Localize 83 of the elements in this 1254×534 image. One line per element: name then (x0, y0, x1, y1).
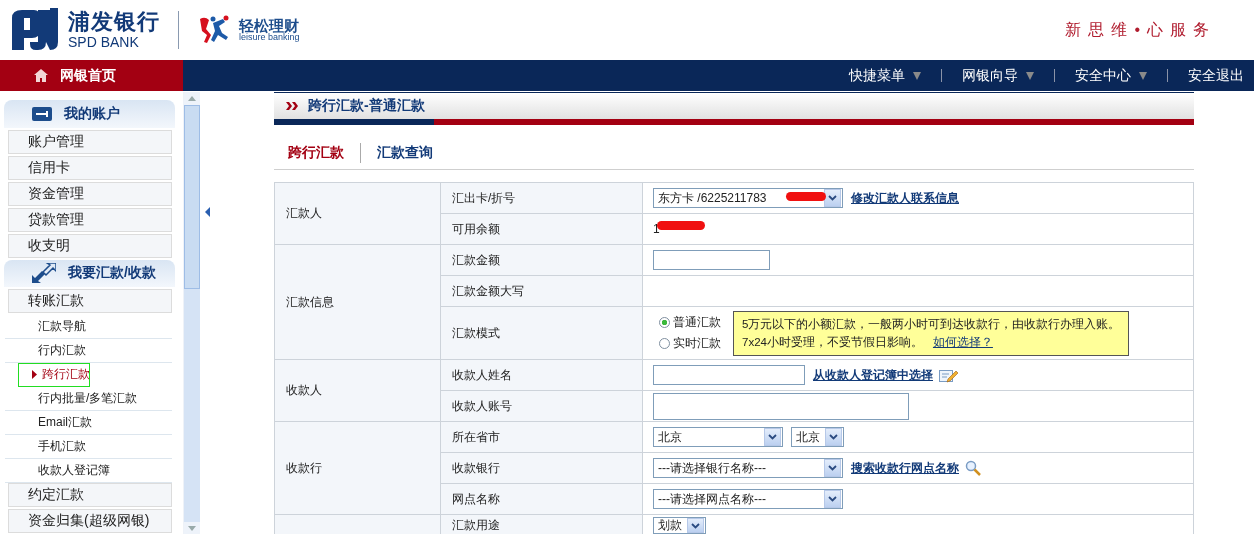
collapse-arrow-icon[interactable] (204, 206, 210, 217)
home-link[interactable]: 网银首页 (0, 60, 183, 91)
sidebar-item[interactable]: 约定汇款 (8, 483, 172, 507)
field-label: 可用余额 (440, 213, 643, 245)
dropdown-field[interactable]: 北京 (653, 427, 783, 447)
caret-icon (824, 459, 841, 477)
bank-name: 浦发银行 (68, 11, 160, 33)
group-label: 汇款信息 (274, 244, 441, 360)
group-label: 收款人 (274, 359, 441, 422)
field-label: 汇款金额大写 (440, 275, 643, 307)
nav-menu-item[interactable]: 网银向导 (952, 66, 1044, 85)
caret-icon (687, 518, 704, 533)
sidebar-item[interactable]: 转账汇款 (8, 289, 172, 313)
slogan: 新思维•心服务 (1065, 19, 1216, 40)
link[interactable]: 从收款人登记簿中选择 (813, 366, 933, 384)
group-label: 收款行 (274, 421, 441, 515)
tooltip-text: 5万元以下的小额汇款，一般两小时可到达收款行，由收款行办理入账。 (742, 316, 1121, 332)
sidebar-item[interactable]: 贷款管理 (8, 207, 172, 232)
field-label: 所在省市 (440, 421, 643, 453)
group-label: 汇款人 (274, 182, 441, 245)
scroll-down-icon[interactable] (184, 522, 200, 534)
section-header[interactable]: 我的账户 (4, 100, 175, 128)
dropdown-field[interactable]: 北京 (791, 427, 844, 447)
section-header[interactable]: 我要汇款/收款 (4, 259, 175, 287)
field-label: 汇出卡/折号 (440, 182, 643, 214)
dropdown-field[interactable]: ---请选择银行名称--- (653, 458, 843, 478)
sidebar-item[interactable]: 账户管理 (8, 129, 172, 154)
dropdown-field[interactable]: ---请选择网点名称--- (653, 489, 843, 509)
sidebar-item[interactable]: 手机汇款 (5, 435, 172, 459)
bank-name-en: SPD BANK (68, 35, 140, 49)
sidebar-item[interactable]: 行内批量/多笔汇款 (5, 387, 172, 411)
chevron-icon (286, 102, 298, 110)
card-icon (32, 106, 52, 121)
nav-menu-item[interactable]: 安全退出 (1178, 66, 1254, 85)
field-label: 汇款金额 (440, 244, 643, 276)
sidebar-item[interactable]: 行内汇款 (5, 339, 172, 363)
caret-icon (824, 189, 841, 207)
field-label: 收款人姓名 (440, 359, 643, 391)
runner-logo-icon (197, 15, 231, 45)
section-title: 我的账户 (64, 104, 120, 123)
input-field[interactable] (653, 365, 805, 385)
home-icon (34, 69, 48, 82)
input-field[interactable] (653, 392, 909, 420)
sidebar-item[interactable]: Email汇款 (5, 411, 172, 435)
sidebar-item[interactable]: 跨行汇款 (18, 363, 90, 387)
scroll-thumb[interactable] (184, 105, 200, 289)
pointer-icon (32, 370, 37, 379)
dropdown-field[interactable]: 划款 (653, 517, 706, 534)
tab[interactable]: 汇款查询 (377, 144, 433, 162)
sidebar-item[interactable]: 资金管理 (8, 181, 172, 206)
sidebar-item[interactable]: 汇款导航 (5, 315, 172, 339)
scroll-up-icon[interactable] (184, 92, 200, 105)
nav-menu-item[interactable]: 快捷菜单 (839, 66, 931, 85)
search-icon[interactable] (965, 460, 981, 476)
link[interactable]: 修改汇款人联系信息 (851, 189, 959, 207)
sidebar-item[interactable]: 收支明 (8, 233, 172, 258)
field-label: 收款银行 (440, 452, 643, 484)
caret-icon (825, 428, 842, 446)
field-label: 收款人账号 (440, 390, 643, 422)
balance-value: 1 (653, 222, 660, 236)
page-title: 跨行汇款-普通汇款 (308, 97, 425, 115)
transfer-arrows-icon (32, 263, 56, 284)
tab[interactable]: 跨行汇款 (288, 144, 344, 162)
input-field[interactable] (653, 250, 770, 270)
sidebar-item[interactable]: 信用卡 (8, 155, 172, 180)
scrollbar[interactable] (183, 92, 200, 534)
brand-name: 轻松理财 (239, 18, 300, 33)
caret-icon (764, 428, 781, 446)
sidebar-item[interactable]: 资金归集(超级网银) (8, 509, 172, 533)
link[interactable]: 如何选择？ (932, 334, 993, 350)
field-label: 网点名称 (440, 483, 643, 515)
tooltip-text: 7x24小时受理，不受节假日影响。 (742, 334, 923, 350)
edit-icon[interactable] (939, 367, 958, 383)
bank-logo-icon (10, 8, 60, 52)
caret-icon (824, 490, 841, 508)
link[interactable]: 搜索收款行网点名称 (851, 459, 959, 477)
nav-menu-item[interactable]: 安全中心 (1065, 66, 1157, 85)
radio-button[interactable]: 普通汇款 (659, 314, 721, 331)
field-label: 汇款模式 (440, 306, 643, 360)
dropdown-field[interactable]: 东方卡 /6225211783 (653, 188, 843, 208)
section-title: 我要汇款/收款 (68, 264, 156, 283)
brand-name-en: leisure banking (239, 33, 300, 42)
radio-button[interactable]: 实时汇款 (659, 335, 721, 352)
